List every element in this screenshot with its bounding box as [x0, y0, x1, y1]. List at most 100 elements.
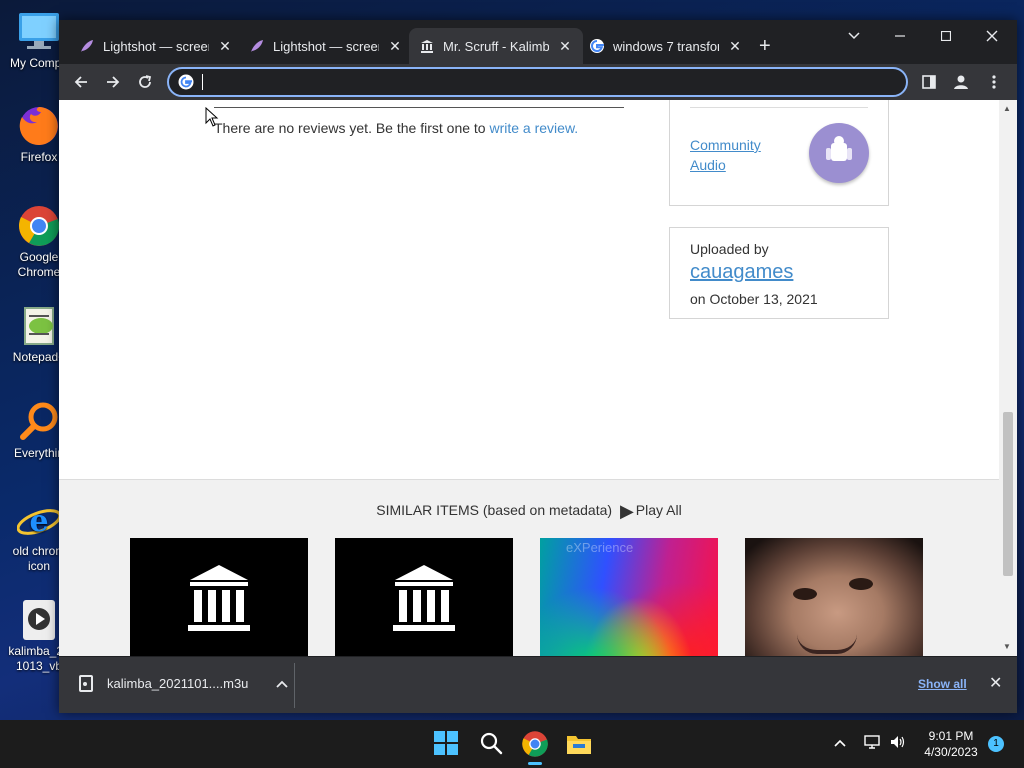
tab-strip: Lightshot — screen ✕ Lightshot — screen …	[59, 20, 1017, 64]
similar-items-heading: SIMILAR ITEMS (based on metadata) ▶ Play …	[59, 501, 999, 522]
computer-icon	[17, 10, 61, 54]
face-eye	[849, 578, 873, 590]
profile-icon	[954, 75, 968, 89]
google-icon	[178, 74, 194, 90]
community-audio-link[interactable]: Community Audio	[690, 135, 780, 175]
scroll-down-icon[interactable]: ▼	[1003, 642, 1011, 651]
close-window-button[interactable]	[969, 20, 1015, 52]
reviews-divider	[214, 107, 624, 108]
tab-title: windows 7 transfor	[613, 38, 719, 54]
plus-icon: +	[759, 34, 771, 57]
volume-icon[interactable]	[889, 734, 905, 755]
show-hidden-icons-button[interactable]	[834, 734, 846, 752]
arrow-left-icon	[74, 76, 87, 88]
svg-text:e: e	[29, 504, 48, 539]
tab-title: Lightshot — screen	[103, 38, 209, 54]
reload-icon	[139, 75, 152, 88]
reload-button[interactable]	[131, 68, 159, 96]
similar-item[interactable]	[335, 538, 513, 656]
start-button[interactable]	[433, 730, 461, 758]
page-scrollbar[interactable]: ▲ ▼	[999, 100, 1017, 656]
similar-item[interactable]	[745, 538, 923, 656]
feather-icon	[81, 40, 93, 52]
back-button[interactable]	[67, 68, 95, 96]
write-review-link[interactable]: write a review.	[489, 120, 578, 136]
network-icon[interactable]	[864, 734, 880, 755]
similar-item[interactable]: eXPerience	[540, 538, 718, 656]
folder-icon	[567, 736, 591, 754]
menu-button[interactable]	[980, 68, 1008, 96]
media-file-icon	[17, 598, 61, 642]
firefox-icon	[17, 104, 61, 148]
upload-date: on October 13, 2021	[690, 291, 818, 307]
internet-explorer-icon: e	[16, 498, 62, 542]
search-everything-icon	[17, 400, 61, 444]
address-input[interactable]	[201, 73, 891, 91]
close-icon	[986, 30, 998, 42]
similar-items-section: SIMILAR ITEMS (based on metadata) ▶ Play …	[59, 479, 999, 656]
maximize-button[interactable]	[923, 20, 969, 52]
browser-toolbar	[59, 64, 1017, 100]
archive-icon	[421, 40, 433, 53]
archive-logo-thumbnail	[335, 538, 513, 656]
profile-button[interactable]	[947, 68, 975, 96]
tab-title: Mr. Scruff - Kalimba	[443, 38, 549, 54]
chevron-down-icon	[848, 32, 860, 40]
download-separator	[294, 663, 295, 708]
new-tab-button[interactable]: +	[749, 28, 781, 64]
archive-icon	[393, 565, 455, 631]
page-content: There are no reviews yet. Be the first o…	[59, 100, 1017, 656]
uploader-box: Uploaded by cauagames on October 13, 202…	[669, 227, 889, 319]
side-panel-button[interactable]	[915, 68, 943, 96]
face-mouth	[797, 634, 857, 654]
close-download-bar-icon[interactable]: ✕	[989, 673, 1002, 693]
tab-search-button[interactable]	[831, 20, 877, 52]
notepad-plus-icon	[17, 304, 61, 348]
maximize-icon	[941, 31, 951, 41]
face-thumbnail	[745, 538, 923, 656]
google-icon	[590, 39, 604, 53]
community-audio-icon[interactable]	[809, 123, 869, 183]
tab-mr-scruff-kalimba[interactable]: Mr. Scruff - Kalimba ✕	[409, 28, 583, 64]
rainbow-thumbnail: eXPerience	[540, 538, 718, 656]
reviews-text: There are no reviews yet. Be the first o…	[214, 120, 490, 136]
download-item[interactable]: kalimba_2021101....m3u	[79, 675, 289, 692]
system-clock[interactable]: 9:01 PM 4/30/2023	[916, 728, 986, 760]
address-bar[interactable]	[167, 67, 908, 97]
scroll-up-icon[interactable]: ▲	[1003, 104, 1011, 113]
scrollbar-thumb[interactable]	[1003, 412, 1013, 576]
reviews-message: There are no reviews yet. Be the first o…	[214, 120, 578, 136]
taskbar-file-explorer-button[interactable]	[565, 730, 593, 758]
download-filename: kalimba_2021101....m3u	[107, 676, 249, 691]
tab-windows-7-transform[interactable]: windows 7 transfor ✕	[579, 28, 753, 64]
face-eye	[793, 588, 817, 600]
chrome-icon	[17, 204, 61, 248]
taskbar-search-button[interactable]	[478, 730, 506, 758]
close-tab-icon[interactable]: ✕	[387, 38, 403, 55]
taskbar-chrome-button[interactable]	[521, 730, 549, 765]
minimize-button[interactable]	[877, 20, 923, 52]
similar-items-title: SIMILAR ITEMS (based on metadata)	[376, 502, 613, 518]
tab-lightshot-1[interactable]: Lightshot — screen ✕	[69, 28, 243, 64]
play-all-link[interactable]: Play All	[636, 502, 682, 518]
play-icon[interactable]: ▶	[620, 501, 634, 521]
mouse-cursor-icon	[205, 107, 219, 127]
forward-button[interactable]	[99, 68, 127, 96]
uploaded-by-label: Uploaded by	[690, 241, 769, 257]
collection-box: Community Audio	[669, 100, 889, 206]
show-all-downloads-link[interactable]: Show all	[918, 677, 967, 691]
chrome-icon	[522, 731, 548, 757]
uploader-link[interactable]: cauagames	[690, 261, 793, 284]
notification-badge[interactable]: 1	[988, 736, 1004, 752]
kebab-menu-icon	[992, 75, 996, 89]
chevron-up-icon[interactable]	[276, 680, 289, 688]
search-icon	[480, 732, 503, 755]
close-tab-icon[interactable]: ✕	[217, 38, 233, 55]
close-tab-icon[interactable]: ✕	[557, 38, 573, 55]
similar-item[interactable]	[130, 538, 308, 656]
file-icon	[79, 675, 93, 692]
close-tab-icon[interactable]: ✕	[727, 38, 743, 55]
tab-lightshot-2[interactable]: Lightshot — screen ✕	[239, 28, 413, 64]
chevron-up-icon	[834, 739, 846, 747]
text-caret	[202, 74, 203, 90]
